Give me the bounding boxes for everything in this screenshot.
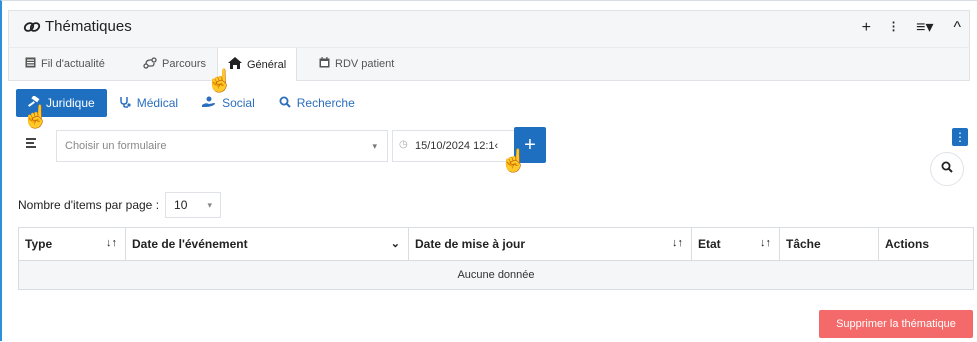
subtab-social[interactable]: Social [190,89,267,117]
delete-thematique-button[interactable]: Supprimer la thématique [819,310,973,338]
items-per-page-label: Nombre d'items par page : [18,198,160,212]
link-icon [23,20,41,34]
column-header-date-mise-a-jour[interactable]: Date de mise à jour ↓↑ [408,227,692,261]
data-table: Type ↓↑ Date de l'événement ⌄ Date de mi… [18,227,974,290]
hand-holding-icon [202,96,216,111]
tab-parcours[interactable]: Parcours [133,48,216,80]
sort-icon[interactable]: ↓↑ [106,237,117,249]
panel-header: Thématiques + ⁝ ≡▾ ^ [8,10,970,47]
tab-fil-actualite[interactable]: Fil d'actualité [15,48,115,80]
column-header-etat[interactable]: Etat ↓↑ [691,227,780,261]
subtab-recherche[interactable]: Recherche [267,89,367,117]
subtab-label: Juridique [46,96,95,110]
column-header-date-evenement[interactable]: Date de l'événement ⌄ [125,227,409,261]
route-icon [143,56,157,72]
panel-title-text: Thématiques [45,18,132,35]
drag-handle-icon[interactable] [24,137,38,152]
panel-title: Thématiques [23,18,132,35]
chevron-down-icon[interactable]: ⌄ [391,237,400,250]
items-per-page-value: 10 [174,198,188,212]
sort-icon[interactable]: ↓↑ [760,237,771,249]
search-icon [941,160,953,178]
add-icon[interactable]: + [862,19,871,37]
search-button[interactable] [930,152,964,186]
subtab-medical[interactable]: Médical [107,89,190,117]
stethoscope-icon [119,96,131,111]
more-vertical-icon: ⋮ [954,130,966,144]
menu-dropdown-icon[interactable]: ≡▾ [916,19,933,37]
collapse-icon[interactable]: ^ [953,19,961,37]
hand-pointer-icon: ☝ [22,104,50,129]
column-label: Actions [885,237,930,251]
hand-pointer-icon: ☝ [206,68,234,93]
tab-rdv-patient[interactable]: RDV patient [309,48,404,80]
column-header-type[interactable]: Type ↓↑ [18,227,126,261]
tab-label: Parcours [162,58,207,70]
column-header-actions: Actions [878,227,974,261]
column-label: Date de l'événement [132,237,248,251]
items-per-page-select[interactable]: 10 ▾ [165,192,222,218]
form-select-placeholder: Choisir un formulaire [65,140,167,152]
more-vertical-icon[interactable]: ⁝ [891,19,896,37]
empty-message: Aucune donnée [18,260,974,290]
options-menu-button[interactable]: ⋮ [952,128,968,146]
table-header-row: Type ↓↑ Date de l'événement ⌄ Date de mi… [18,227,974,261]
column-label: Date de mise à jour [415,237,526,251]
clock-icon: ◷ [399,139,408,150]
newspaper-icon [25,57,36,71]
column-label: Type [25,237,53,251]
items-per-page: Nombre d'items par page : 10 ▾ [18,192,222,218]
main-tabs: Fil d'actualité Parcours Général RDV pat… [8,47,970,81]
calendar-icon [319,57,330,71]
tab-label: RDV patient [335,58,395,70]
column-header-tache: Tâche [779,227,879,261]
tab-label: Général [247,58,287,71]
column-label: Tâche [786,237,821,251]
subtab-label: Médical [136,96,179,110]
subtab-label: Recherche [296,96,355,110]
form-select[interactable]: Choisir un formulaire ▾ [56,130,388,162]
sub-tabs: Juridique Médical Social Recherche [16,89,367,117]
hand-pointer-icon: ☝ [500,148,528,173]
chevron-down-icon: ▾ [372,141,377,151]
sort-icon[interactable]: ↓↑ [672,237,683,249]
date-value: 15/10/2024 12:1‹ [415,140,499,152]
search-icon [279,96,291,111]
table-row: Aucune donnée [18,260,974,290]
tab-label: Fil d'actualité [41,58,105,70]
subtab-label: Social [222,96,255,110]
chevron-down-icon: ▾ [207,199,213,210]
column-label: Etat [698,237,721,251]
